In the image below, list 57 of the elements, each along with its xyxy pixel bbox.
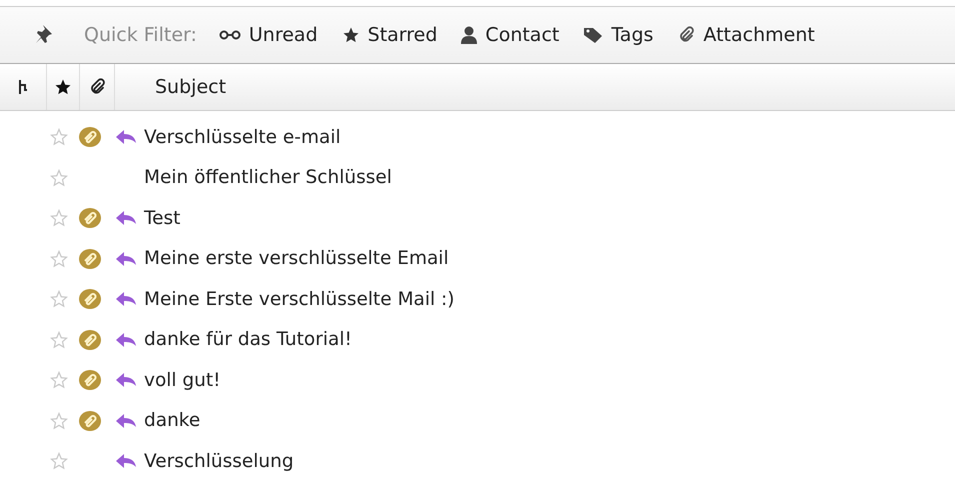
message-subject: Meine Erste verschlüsselte Mail :) bbox=[144, 288, 454, 310]
attachment-icon bbox=[78, 328, 102, 351]
message-row[interactable]: danke bbox=[0, 400, 955, 441]
message-subject: Meine erste verschlüsselte Email bbox=[144, 248, 449, 270]
reply-arrow-icon bbox=[114, 452, 138, 470]
filter-button[interactable]: Attachment bbox=[675, 22, 817, 48]
message-subject: Test bbox=[144, 208, 180, 229]
filter-button[interactable]: Tags bbox=[581, 22, 656, 48]
reply-arrow-icon bbox=[114, 290, 138, 308]
attachment-icon bbox=[78, 410, 102, 432]
message-row[interactable]: Verschlüsselte e-mail bbox=[0, 117, 955, 158]
star-icon[interactable] bbox=[50, 412, 68, 430]
message-subject: Verschlüsselung bbox=[144, 450, 294, 472]
star-icon[interactable] bbox=[50, 168, 68, 187]
attachment-icon bbox=[78, 369, 102, 392]
star-icon[interactable] bbox=[54, 78, 72, 96]
message-row[interactable]: danke für das Tutorial! bbox=[0, 320, 955, 360]
thread-icon[interactable] bbox=[18, 79, 28, 95]
message-subject: danke bbox=[144, 410, 200, 432]
message-subject: Mein öffentlicher Schlüssel bbox=[144, 167, 392, 188]
star-icon[interactable] bbox=[50, 452, 68, 470]
message-row[interactable]: Verschlüsselung bbox=[0, 441, 955, 482]
star-icon[interactable] bbox=[50, 290, 68, 308]
star-icon[interactable] bbox=[50, 128, 68, 146]
message-subject: danke für das Tutorial! bbox=[144, 329, 352, 350]
message-row[interactable]: voll gut! bbox=[0, 360, 955, 400]
person-icon bbox=[461, 26, 478, 44]
message-subject: voll gut! bbox=[144, 370, 221, 391]
star-icon bbox=[342, 26, 360, 44]
reply-arrow-icon bbox=[114, 128, 138, 146]
star-icon[interactable] bbox=[50, 209, 68, 228]
filter-button[interactable]: Unread bbox=[216, 22, 320, 48]
tag-icon bbox=[583, 26, 604, 44]
message-subject: Verschlüsselte e-mail bbox=[144, 126, 341, 148]
message-row[interactable]: Meine Erste verschlüsselte Mail :) bbox=[0, 279, 955, 320]
star-icon[interactable] bbox=[50, 330, 68, 349]
message-row[interactable]: Test bbox=[0, 198, 955, 238]
attachment-icon bbox=[78, 126, 102, 148]
attachment-icon bbox=[78, 288, 102, 310]
reply-arrow-icon bbox=[114, 250, 138, 268]
star-icon[interactable] bbox=[50, 371, 68, 390]
filter-button[interactable]: Starred bbox=[340, 22, 440, 48]
attachment-icon bbox=[78, 207, 102, 230]
reply-arrow-icon bbox=[114, 209, 138, 228]
message-row[interactable]: Mein öffentlicher Schlüssel bbox=[0, 158, 955, 198]
paperclip-icon bbox=[677, 26, 696, 44]
star-icon[interactable] bbox=[50, 250, 68, 268]
quick-filter-label: Quick Filter: bbox=[84, 24, 197, 46]
subject-column-header[interactable]: Subject bbox=[115, 64, 226, 110]
attachment-icon bbox=[78, 248, 102, 270]
filter-button[interactable]: Contact bbox=[459, 22, 562, 48]
reply-arrow-icon bbox=[114, 330, 138, 349]
paperclip-icon bbox=[88, 78, 106, 96]
glasses-icon bbox=[218, 30, 241, 40]
reply-arrow-icon bbox=[114, 371, 138, 390]
message-row[interactable]: Meine erste verschlüsselte Email bbox=[0, 238, 955, 279]
reply-arrow-icon bbox=[114, 412, 138, 430]
